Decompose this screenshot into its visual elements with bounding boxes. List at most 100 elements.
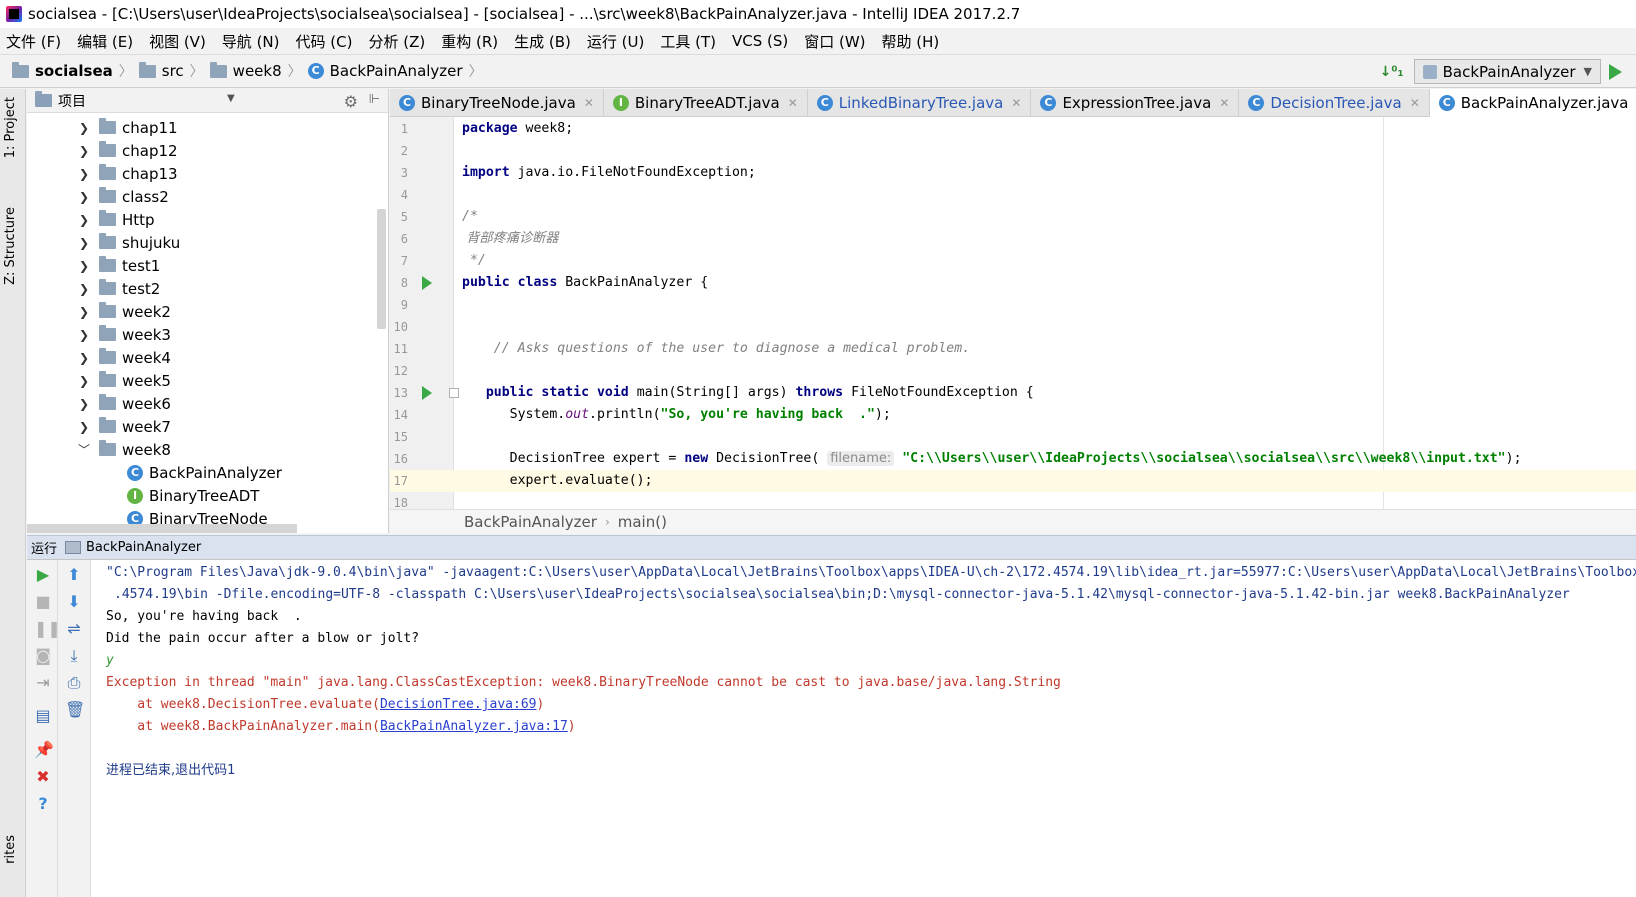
tree-item-http[interactable]: ❯ Http	[27, 208, 388, 231]
project-tool-tab[interactable]: 1: Project	[3, 97, 18, 158]
tab-decisiontree[interactable]: C DecisionTree.java ✕	[1239, 89, 1430, 117]
tree-item-chap11[interactable]: ❯ chap11	[27, 116, 388, 139]
chevron-right-icon[interactable]: ❯	[77, 420, 91, 434]
menu-navigate[interactable]: 导航 (N)	[222, 31, 280, 52]
code-editor[interactable]: 1 package week8; 2 3 import java.io.FileNo…	[390, 117, 1636, 509]
tree-item-week2[interactable]: ❯ week2	[27, 300, 388, 323]
layout-icon[interactable]: ▤	[34, 707, 52, 725]
tab-binarytreenode[interactable]: C BinaryTreeNode.java ✕	[390, 89, 604, 117]
chevron-right-icon[interactable]: ❯	[77, 351, 91, 365]
crumb-class[interactable]: C BackPainAnalyzer 〉	[307, 61, 483, 81]
source-link[interactable]: BackPainAnalyzer.java:17	[380, 719, 568, 734]
breadcrumb-method[interactable]: main()	[618, 513, 667, 531]
breadcrumb-class[interactable]: BackPainAnalyzer	[464, 513, 597, 531]
tree-item-week4[interactable]: ❯ week4	[27, 346, 388, 369]
left-tool-strip: 1: Project Z: Structure rites	[0, 89, 26, 897]
menu-vcs[interactable]: VCS (S)	[732, 32, 788, 50]
run-config-selector[interactable]: BackPainAnalyzer ▼	[1413, 59, 1601, 84]
fold-icon[interactable]	[449, 388, 459, 398]
collapse-icon[interactable]: ⊩	[369, 92, 380, 107]
close-icon[interactable]: ✕	[1410, 96, 1420, 110]
close-icon[interactable]: ✖	[34, 768, 52, 786]
menu-file[interactable]: 文件 (F)	[6, 31, 61, 52]
tree-item-binarytreeadt[interactable]: I BinaryTreeADT	[27, 484, 388, 507]
tree-item-week5[interactable]: ❯ week5	[27, 369, 388, 392]
crumb-project[interactable]: socialsea 〉	[12, 61, 133, 81]
chevron-down-icon[interactable]: ﹀	[77, 441, 91, 458]
chevron-right-icon[interactable]: ❯	[77, 305, 91, 319]
tree-item-week3[interactable]: ❯ week3	[27, 323, 388, 346]
chevron-right-icon[interactable]: ❯	[77, 282, 91, 296]
menu-view[interactable]: 视图 (V)	[149, 31, 206, 52]
soft-wrap-icon[interactable]: ⇌	[65, 620, 83, 638]
menu-analyze[interactable]: 分析 (Z)	[368, 31, 425, 52]
chevron-right-icon[interactable]: ❯	[77, 397, 91, 411]
camera-icon[interactable]: ◙	[34, 647, 52, 665]
menu-run[interactable]: 运行 (U)	[587, 31, 644, 52]
tree-item-backpainanalyzer[interactable]: C BackPainAnalyzer	[27, 461, 388, 484]
close-icon[interactable]: ✕	[1219, 96, 1229, 110]
code-text: public class BackPainAnalyzer {	[462, 272, 708, 294]
close-icon[interactable]: ✕	[1011, 96, 1021, 110]
gear-icon[interactable]: ⚙	[344, 92, 358, 111]
menu-edit[interactable]: 编辑 (E)	[77, 31, 133, 52]
tab-linkedbinarytree[interactable]: C LinkedBinaryTree.java ✕	[808, 89, 1032, 117]
chevron-right-icon[interactable]: ❯	[77, 213, 91, 227]
trash-icon[interactable]: 🗑	[65, 701, 85, 719]
chevron-right-icon[interactable]: ❯	[77, 121, 91, 135]
run-gutter-icon[interactable]	[422, 386, 432, 400]
menu-refactor[interactable]: 重构 (R)	[441, 31, 498, 52]
tree-item-chap13[interactable]: ❯ chap13	[27, 162, 388, 185]
tree-item-class2[interactable]: ❯ class2	[27, 185, 388, 208]
menu-window[interactable]: 窗口 (W)	[804, 31, 865, 52]
menu-code[interactable]: 代码 (C)	[296, 31, 353, 52]
structure-tool-tab[interactable]: Z: Structure	[3, 207, 18, 285]
tree-item-shujuku[interactable]: ❯ shujuku	[27, 231, 388, 254]
favorites-tool-tab[interactable]: rites	[3, 835, 18, 864]
chevron-down-icon[interactable]: ▼	[227, 93, 235, 104]
print-icon[interactable]: ⎙	[65, 674, 83, 692]
tree-item-chap12[interactable]: ❯ chap12	[27, 139, 388, 162]
run-config-tab[interactable]: BackPainAnalyzer	[86, 540, 201, 555]
arrow-down-icon[interactable]: ⬇	[65, 593, 83, 611]
tree-item-week7[interactable]: ❯ week7	[27, 415, 388, 438]
sort-icon[interactable]: ↓⁰₁	[1380, 64, 1404, 80]
run-button[interactable]	[1609, 63, 1622, 80]
arrow-up-icon[interactable]: ⬆	[65, 566, 83, 584]
menu-build[interactable]: 生成 (B)	[514, 31, 571, 52]
chevron-right-icon[interactable]: ❯	[77, 374, 91, 388]
chevron-right-icon[interactable]: ❯	[77, 259, 91, 273]
scroll-to-end-icon[interactable]: ⤓	[65, 647, 83, 665]
source-link[interactable]: DecisionTree.java:69	[380, 697, 537, 712]
exit-icon[interactable]: ⇥	[34, 674, 52, 692]
project-pane-title[interactable]: 项目	[58, 91, 86, 111]
chevron-right-icon[interactable]: ❯	[77, 328, 91, 342]
tab-expressiontree[interactable]: C ExpressionTree.java ✕	[1031, 89, 1240, 117]
chevron-right-icon[interactable]: ❯	[77, 144, 91, 158]
chevron-right-icon[interactable]: ❯	[77, 236, 91, 250]
tree-item-week8[interactable]: ﹀ week8	[27, 438, 388, 461]
run-console[interactable]: "C:\Program Files\Java\jdk-9.0.4\bin\jav…	[91, 560, 1636, 897]
tree-item-week6[interactable]: ❯ week6	[27, 392, 388, 415]
chevron-right-icon[interactable]: ❯	[77, 167, 91, 181]
crumb-src[interactable]: src 〉	[138, 61, 204, 81]
tree-vertical-scrollbar[interactable]	[377, 209, 386, 329]
tree-item-test2[interactable]: ❯ test2	[27, 277, 388, 300]
chevron-right-icon[interactable]: ❯	[77, 190, 91, 204]
stop-icon[interactable]: ■	[34, 593, 52, 611]
crumb-week8[interactable]: week8 〉	[209, 61, 302, 81]
close-icon[interactable]: ✕	[788, 96, 798, 110]
menu-tools[interactable]: 工具 (T)	[660, 31, 716, 52]
rerun-icon[interactable]: ▶	[34, 566, 52, 584]
tree-item-test1[interactable]: ❯ test1	[27, 254, 388, 277]
menu-help[interactable]: 帮助 (H)	[882, 31, 940, 52]
run-gutter-icon[interactable]	[422, 276, 432, 290]
help-icon[interactable]: ?	[34, 795, 52, 813]
pause-icon[interactable]: ❚❚	[34, 620, 61, 638]
tab-binarytreeadt[interactable]: I BinaryTreeADT.java ✕	[604, 89, 808, 117]
tab-backpainanalyzer[interactable]: CBackPainAnalyzer.java✕	[1429, 89, 1636, 117]
tree-horizontal-scrollbar[interactable]	[27, 524, 297, 533]
folder-icon	[99, 348, 116, 364]
pin-icon[interactable]: 📌	[34, 741, 54, 759]
close-icon[interactable]: ✕	[584, 96, 594, 110]
